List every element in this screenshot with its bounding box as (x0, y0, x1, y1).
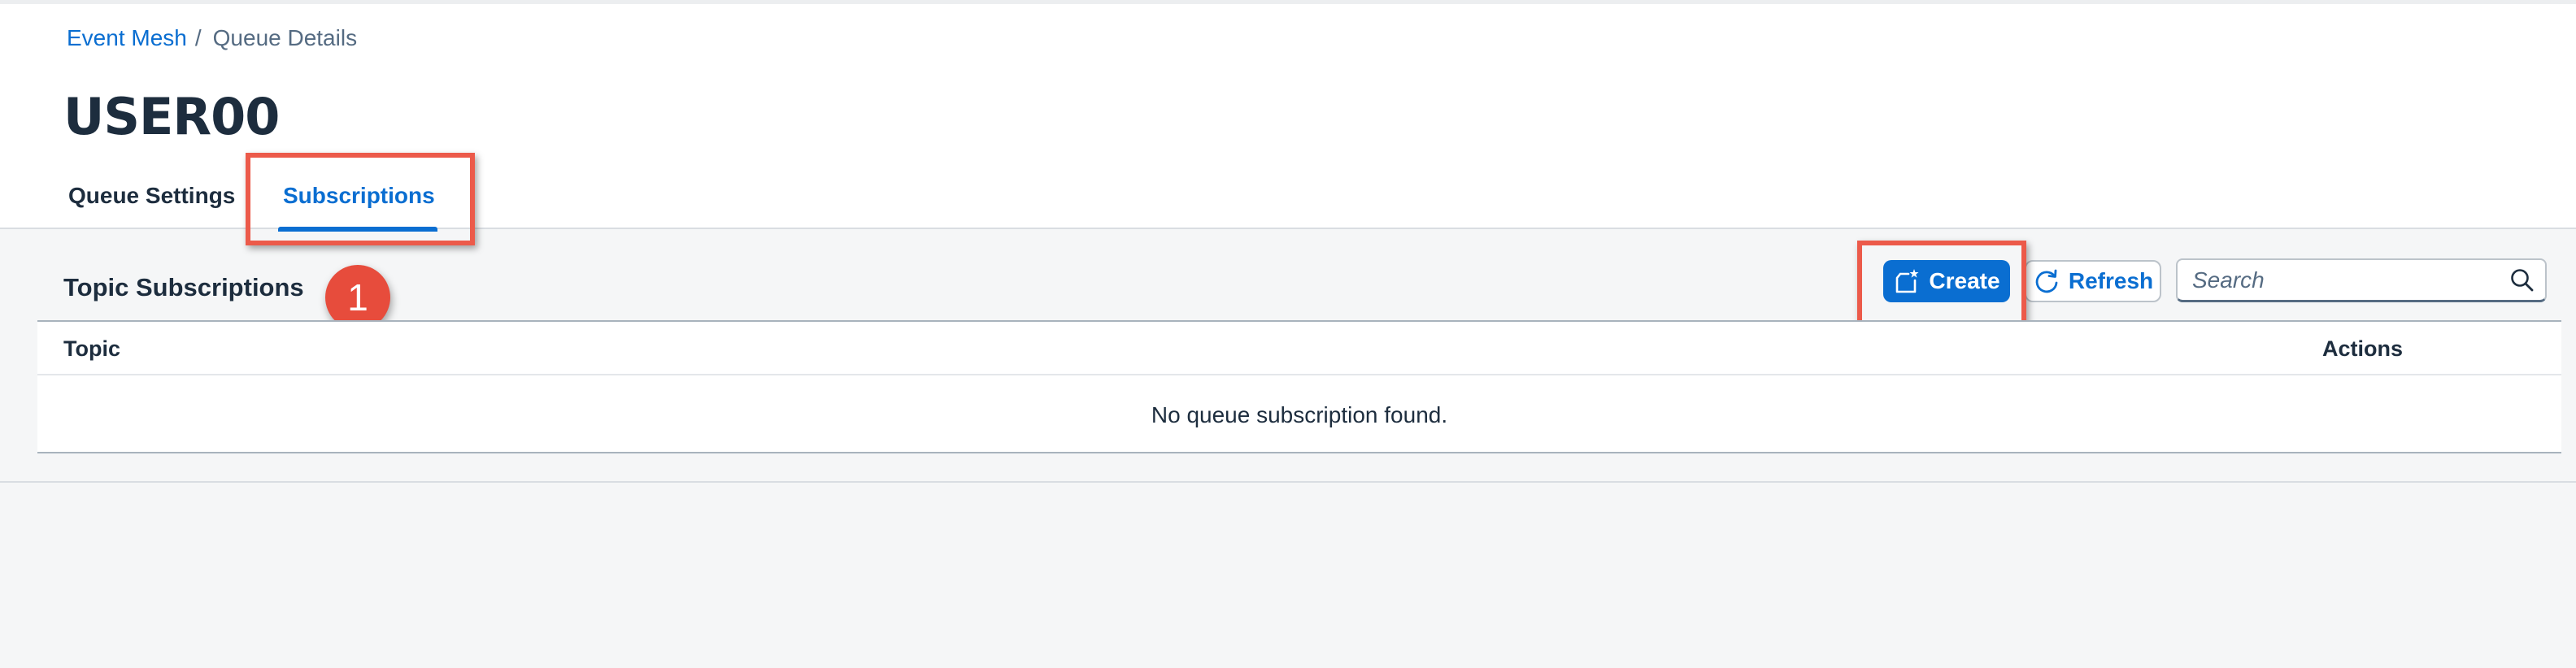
page-title: USER00 (63, 87, 280, 146)
refresh-button-label: Refresh (2068, 268, 2154, 293)
create-button-label: Create (1929, 268, 2000, 293)
content-divider (0, 481, 2576, 483)
page-header: Event Mesh / Queue Details USER00 Queue … (0, 0, 2576, 232)
selected-tab-indicator (278, 227, 437, 232)
table-empty-message: No queue subscription found. (1151, 402, 1448, 427)
column-header-actions: Actions (2322, 336, 2404, 361)
refresh-button[interactable]: Refresh (2025, 260, 2161, 302)
table-header-row: Topic Actions (37, 322, 2561, 375)
breadcrumb-link-event-mesh[interactable]: Event Mesh (67, 25, 187, 51)
breadcrumb: Event Mesh / Queue Details (67, 25, 357, 51)
tab-subscriptions[interactable]: Subscriptions (283, 158, 435, 233)
topic-subscriptions-table: Topic Actions No queue subscription foun… (37, 320, 2561, 453)
refresh-icon (2035, 269, 2058, 293)
create-button[interactable]: Create (1883, 260, 2010, 302)
breadcrumb-current-page: Queue Details (212, 25, 358, 50)
tab-queue-settings[interactable]: Queue Settings (68, 158, 235, 233)
tab-bar: Queue Settings Subscriptions (0, 158, 651, 233)
search-input[interactable] (2178, 260, 2500, 300)
search-field[interactable] (2176, 258, 2547, 302)
search-icon[interactable] (2500, 267, 2545, 293)
section-title-topic-subscriptions: Topic Subscriptions (63, 273, 304, 301)
create-icon (1896, 269, 1919, 293)
column-header-topic[interactable]: Topic (63, 336, 120, 362)
breadcrumb-separator: / (194, 25, 202, 50)
